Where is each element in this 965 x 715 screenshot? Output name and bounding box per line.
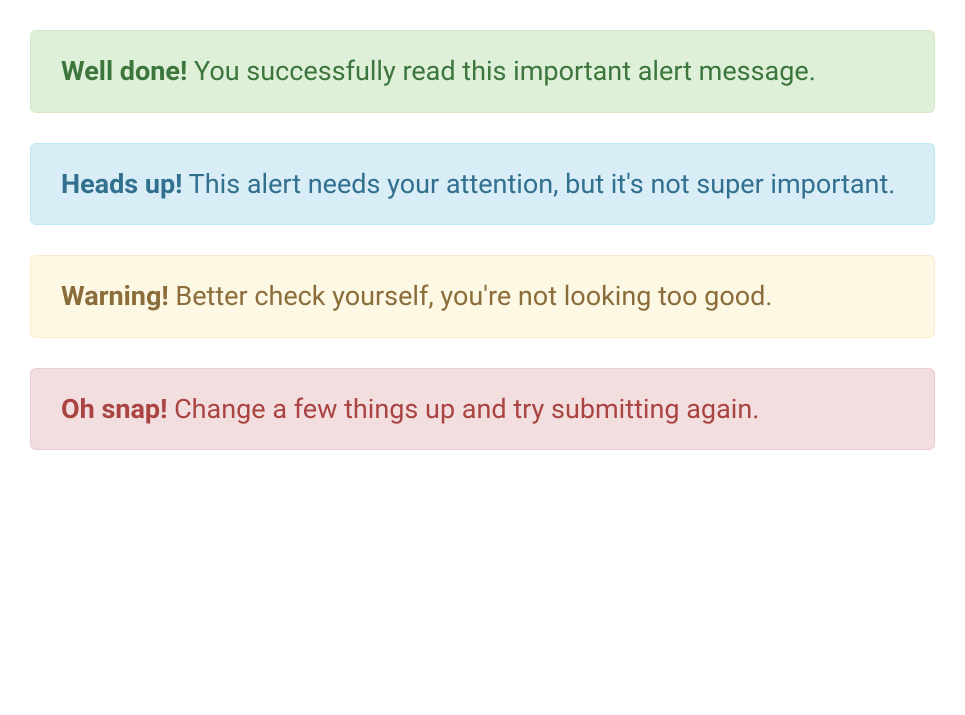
alert-warning-title: Warning!	[61, 280, 169, 312]
alert-info-title: Heads up!	[61, 168, 183, 200]
alert-info-message: This alert needs your attention, but it'…	[183, 168, 896, 200]
alert-success: Well done! You successfully read this im…	[30, 30, 935, 113]
alert-success-title: Well done!	[61, 55, 187, 87]
alert-info: Heads up! This alert needs your attentio…	[30, 143, 935, 226]
alert-danger: Oh snap! Change a few things up and try …	[30, 368, 935, 451]
alert-success-message: You successfully read this important ale…	[187, 55, 816, 87]
alert-danger-message: Change a few things up and try submittin…	[167, 393, 759, 425]
alert-warning-message: Better check yourself, you're not lookin…	[169, 280, 773, 312]
alert-warning: Warning! Better check yourself, you're n…	[30, 255, 935, 338]
alert-danger-title: Oh snap!	[61, 393, 167, 425]
